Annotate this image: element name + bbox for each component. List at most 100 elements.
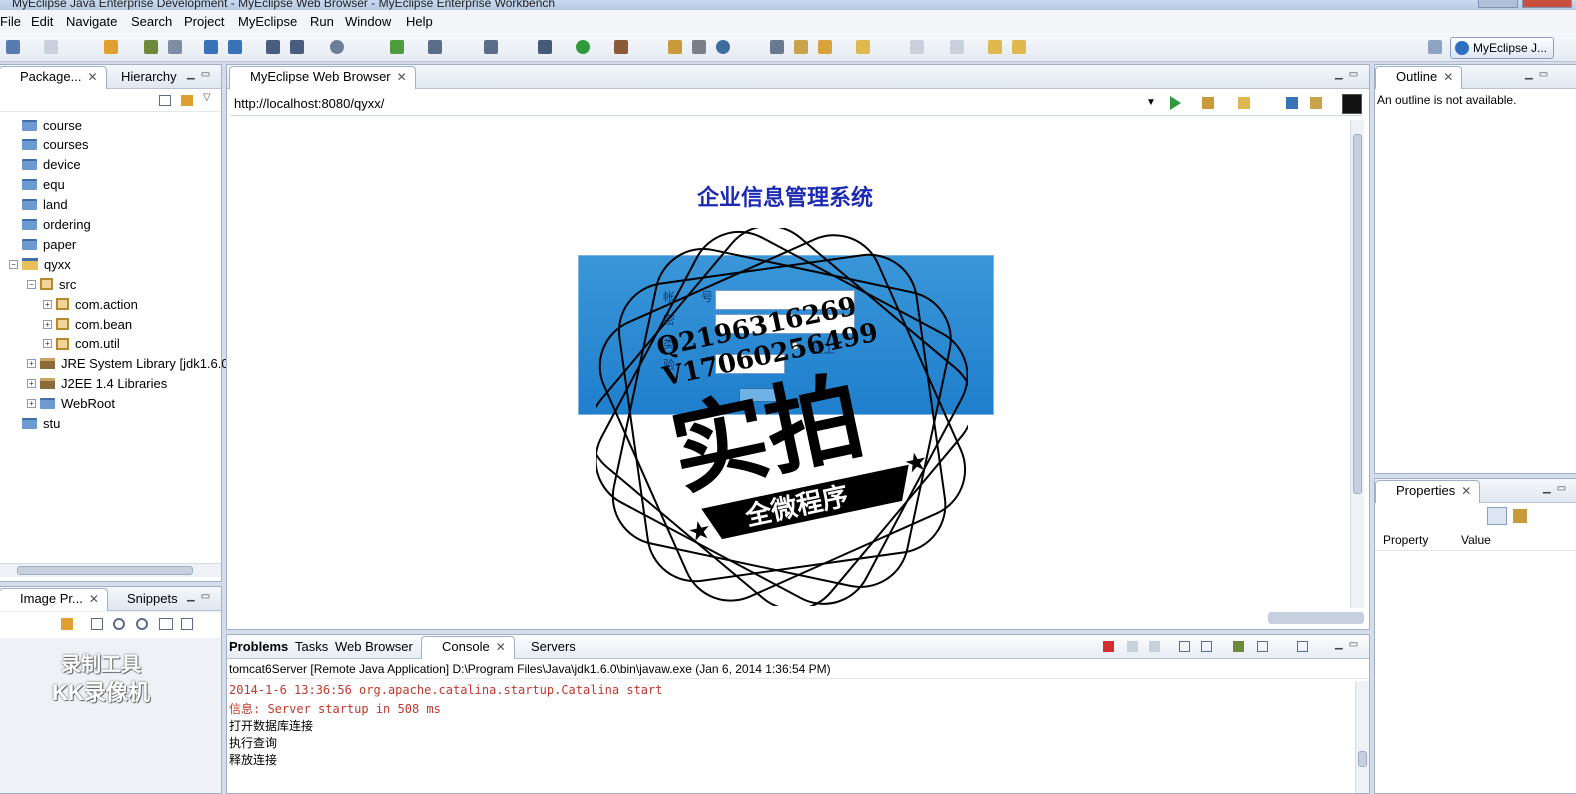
tab-problems[interactable]: Problems [229,639,288,654]
actual-size-icon[interactable] [159,618,173,630]
next-annotation-icon[interactable] [856,40,870,54]
search-icon[interactable] [770,40,784,54]
zoom-out-icon[interactable] [113,618,125,630]
menu-run[interactable]: Run [310,14,334,29]
wizard-icon[interactable] [204,40,218,54]
annotation-icon[interactable] [818,40,832,54]
expand-icon[interactable]: + [43,319,52,329]
scrollbar-thumb[interactable] [17,566,193,575]
refresh-icon[interactable] [716,40,730,54]
console-vertical-scrollbar[interactable] [1355,681,1369,793]
zoom-in-icon[interactable] [136,618,148,630]
menu-file[interactable]: File [0,14,21,29]
perspective-switcher[interactable]: MyEclipse J... [1450,37,1554,59]
open-task-icon[interactable] [484,40,498,54]
open-perspective-icon[interactable] [1428,40,1442,54]
minimize-maximize-icon[interactable]: ▁▭ [187,591,216,602]
tree-item[interactable]: + com.bean [43,314,132,334]
tree-item[interactable]: ordering [9,215,91,235]
forward-icon[interactable] [1012,40,1026,54]
horizontal-scrollbar[interactable] [0,563,221,577]
menu-navigate[interactable]: Navigate [66,14,117,29]
browser-horizontal-scrollbar[interactable] [1268,612,1364,624]
db-icon[interactable] [390,40,404,54]
go-icon[interactable] [1170,96,1181,110]
url-field[interactable]: http://localhost:8080/qyxx/ [234,96,384,111]
tab-image-preview[interactable]: Image Pr... ✕ [0,588,108,611]
close-window-button[interactable] [1522,0,1572,8]
tree-item[interactable]: device [9,155,81,175]
tab-tasks[interactable]: Tasks [295,639,328,654]
minimize-window-button[interactable] [1478,0,1518,8]
scrollbar-thumb[interactable] [1358,751,1367,767]
tree-item[interactable]: + WebRoot [27,394,115,414]
tab-hierarchy[interactable]: Hierarchy [121,69,177,84]
sync-icon[interactable] [61,618,73,630]
tab-console[interactable]: Console ✕ [421,636,515,659]
menu-myeclipse[interactable]: MyEclipse [238,14,297,29]
close-icon[interactable]: ✕ [1461,484,1471,498]
view-menu-icon[interactable]: ▽ [203,92,211,103]
tree-item[interactable]: − qyxx [9,254,71,274]
browser-vertical-scrollbar[interactable] [1350,120,1364,608]
tab-servers[interactable]: Servers [531,639,576,654]
minimize-maximize-icon[interactable]: ▁▭ [1335,639,1364,650]
prev-edit-icon[interactable] [910,40,924,54]
fit-window-icon[interactable] [181,618,193,630]
last-edit-icon[interactable] [950,40,964,54]
close-icon[interactable]: ✕ [496,640,506,654]
tree-item[interactable]: − src [27,274,76,294]
collapse-icon[interactable]: − [27,279,36,289]
tree-item[interactable]: equ [9,175,65,195]
tree-item[interactable]: + J2EE 1.4 Libraries [27,374,167,394]
grid-icon[interactable] [692,40,706,54]
wizard2-icon[interactable] [228,40,242,54]
menu-project[interactable]: Project [184,14,224,29]
tree-item[interactable]: course [9,115,82,135]
tab-properties[interactable]: Properties ✕ [1375,480,1481,503]
tab-web-browser-view[interactable]: Web Browser [335,639,413,654]
tree-item[interactable]: land [9,195,68,215]
scroll-lock-icon[interactable] [1201,641,1212,652]
display-console-icon[interactable] [1257,641,1268,652]
collapse-all-icon[interactable] [159,95,171,106]
tree-item[interactable]: + JRE System Library [jdk1.6.0 [27,354,229,374]
tree-item[interactable]: stu [9,414,60,434]
open-file-icon[interactable] [668,40,682,54]
terminate-icon[interactable] [1103,641,1114,652]
fit-icon[interactable] [91,618,103,630]
minimize-maximize-icon[interactable]: ▁▭ [1543,483,1572,494]
address-bar[interactable]: http://localhost:8080/qyxx/ ▼ [230,92,1362,116]
tree-item[interactable]: courses [9,135,89,155]
stop-icon[interactable] [1286,97,1298,109]
pin-console-icon[interactable] [1233,641,1244,652]
menu-search[interactable]: Search [131,14,172,29]
open-type-icon[interactable] [428,40,442,54]
minimize-maximize-icon[interactable]: ▁▭ [1525,69,1554,80]
minimize-maximize-icon[interactable]: ▁▭ [1335,69,1364,80]
debug-server-icon[interactable] [144,40,158,54]
back-icon[interactable] [1238,97,1250,109]
tab-package-explorer[interactable]: Package... ✕ [0,66,107,89]
remove-all-icon[interactable] [1149,641,1160,652]
debug-icon[interactable] [538,40,552,54]
new-jsp-icon[interactable] [290,40,304,54]
minimize-maximize-icon[interactable]: ▁▭ [187,69,216,80]
browser-icon[interactable] [330,40,344,54]
expand-icon[interactable]: + [43,299,52,309]
menu-help[interactable]: Help [406,14,433,29]
menu-window[interactable]: Window [345,14,391,29]
remove-launch-icon[interactable] [1127,641,1138,652]
edit-icon[interactable] [794,40,808,54]
collapse-icon[interactable]: − [9,259,18,269]
tab-outline[interactable]: Outline ✕ [1375,66,1463,89]
deploy-icon[interactable] [104,40,118,54]
open-console-icon[interactable] [1297,641,1308,652]
new-icon[interactable] [6,40,20,54]
close-icon[interactable]: ✕ [87,70,97,84]
new-web-project-icon[interactable] [266,40,280,54]
expand-icon[interactable]: + [43,339,52,349]
server-icon[interactable] [168,40,182,54]
scrollbar-thumb[interactable] [1353,134,1362,494]
refresh-page-icon[interactable] [1310,97,1322,109]
